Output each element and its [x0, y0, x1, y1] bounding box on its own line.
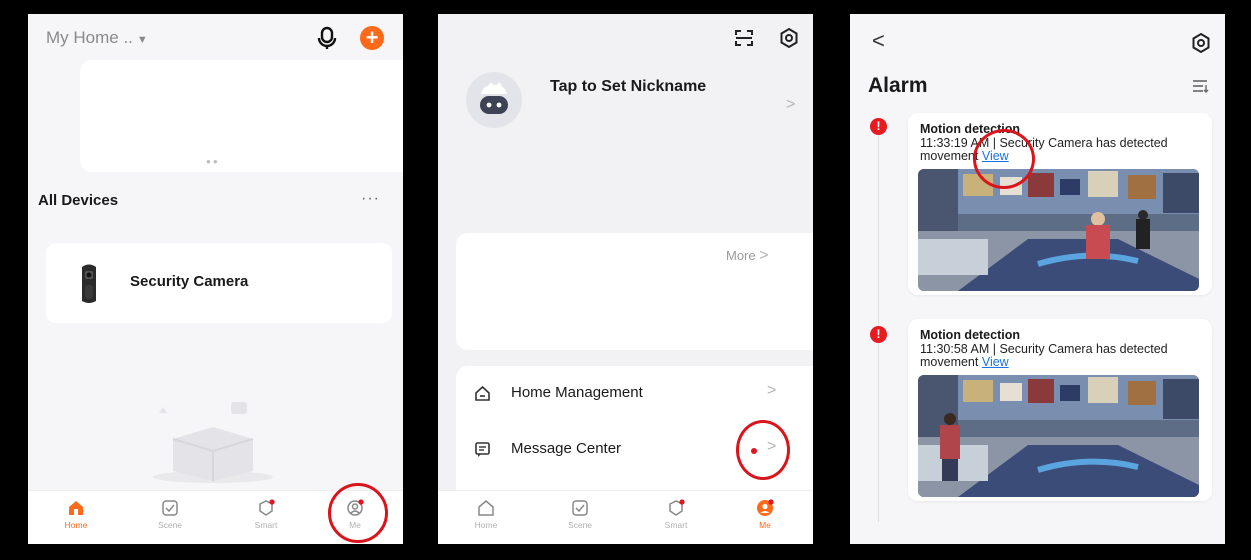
scan-icon[interactable] — [734, 28, 754, 48]
scene-tab-icon — [162, 500, 178, 516]
message-icon — [475, 442, 490, 457]
avatar[interactable] — [466, 72, 522, 128]
back-icon[interactable]: < — [872, 28, 885, 54]
alarm-event-card[interactable]: Motion detection 11:30:58 AM | Security … — [908, 319, 1212, 501]
camera-snapshot-image[interactable] — [918, 375, 1199, 497]
nickname-prompt[interactable]: Tap to Set Nickname — [550, 78, 706, 96]
add-device-icon[interactable]: + — [360, 26, 384, 50]
me-screen: Tap to Set Nickname > More > Home Manage… — [438, 14, 813, 544]
microphone-icon[interactable] — [316, 26, 338, 50]
event-title: Motion detection — [920, 328, 1020, 342]
tab-home[interactable]: Home — [456, 499, 516, 530]
alarm-event-card[interactable]: Motion detection 11:33:19 AM | Security … — [908, 113, 1212, 295]
robot-avatar-icon — [480, 82, 508, 114]
alarm-screen: < Alarm ! Motion detection 11:33:19 AM |… — [850, 14, 1225, 544]
event-description: 11:30:58 AM | Security Camera has detect… — [920, 343, 1205, 369]
highlight-circle-me-tab — [328, 483, 388, 543]
more-link[interactable]: More > — [726, 247, 769, 265]
info-card: More > — [456, 233, 813, 350]
tab-label: Smart — [254, 520, 278, 530]
caret-down-icon: ▼ — [136, 34, 148, 46]
device-name: Security Camera — [130, 273, 249, 290]
home-tab-icon — [69, 501, 83, 515]
banner-pagination: ●● — [206, 157, 220, 166]
alert-icon: ! — [870, 326, 887, 343]
tab-me[interactable]: Me — [735, 499, 795, 530]
home-screen: My Home .. ▼ + ●● All Devices ··· Securit… — [28, 14, 403, 544]
tab-label: Home — [64, 520, 88, 530]
camera-snapshot-image[interactable] — [918, 169, 1199, 291]
me-tab-icon — [757, 499, 774, 516]
smart-tab-icon — [259, 499, 275, 516]
more-options-icon[interactable]: ··· — [361, 190, 380, 208]
device-card-security-camera[interactable]: Security Camera — [46, 243, 392, 323]
home-selector[interactable]: My Home .. ▼ — [46, 28, 148, 48]
home-selector-label: My Home .. — [46, 28, 133, 47]
tab-label: Home — [474, 520, 498, 530]
view-link[interactable]: View — [982, 355, 1009, 369]
tab-label: Scene — [157, 520, 183, 530]
highlight-circle-message-center — [736, 420, 790, 480]
tab-home[interactable]: Home — [46, 499, 106, 530]
home-tab-icon — [478, 500, 494, 516]
timeline-line — [878, 122, 879, 522]
empty-box-illustration — [153, 402, 273, 483]
event-text: 11:30:58 AM | Security Camera has detect… — [920, 342, 1168, 369]
scene-tab-icon — [572, 500, 588, 516]
tab-scene[interactable]: Scene — [550, 499, 610, 530]
menu-item-label: Home Management — [511, 384, 643, 401]
tab-smart[interactable]: Smart — [646, 499, 706, 530]
alert-icon: ! — [870, 118, 887, 135]
tab-label: Me — [759, 520, 771, 530]
camera-device-icon — [82, 264, 96, 303]
tab-label: Scene — [567, 520, 593, 530]
settings-gear-icon[interactable] — [1190, 32, 1212, 54]
chevron-right-icon: > — [767, 382, 777, 399]
event-description: 11:33:19 AM | Security Camera has detect… — [920, 137, 1205, 163]
page-title: Alarm — [868, 74, 928, 97]
highlight-circle-view-link — [973, 129, 1035, 189]
event-text: 11:33:19 AM | Security Camera has detect… — [920, 136, 1168, 163]
chevron-right-icon: > — [759, 247, 769, 264]
filter-list-icon[interactable] — [1192, 78, 1210, 94]
more-link-label: More — [726, 248, 756, 263]
menu-item-home-management[interactable]: Home Management > — [456, 366, 813, 422]
smart-tab-icon — [669, 499, 685, 516]
tab-scene[interactable]: Scene — [140, 499, 200, 530]
banner-card[interactable] — [80, 60, 403, 172]
house-icon — [475, 385, 490, 401]
all-devices-title: All Devices — [38, 192, 119, 209]
menu-item-label: Message Center — [511, 440, 622, 457]
settings-gear-icon[interactable] — [778, 27, 800, 49]
chevron-right-icon: > — [786, 96, 796, 113]
tab-label: Smart — [664, 520, 688, 530]
tab-smart[interactable]: Smart — [236, 499, 296, 530]
bottom-tab-bar: Home Scene Smart Me — [438, 490, 813, 544]
